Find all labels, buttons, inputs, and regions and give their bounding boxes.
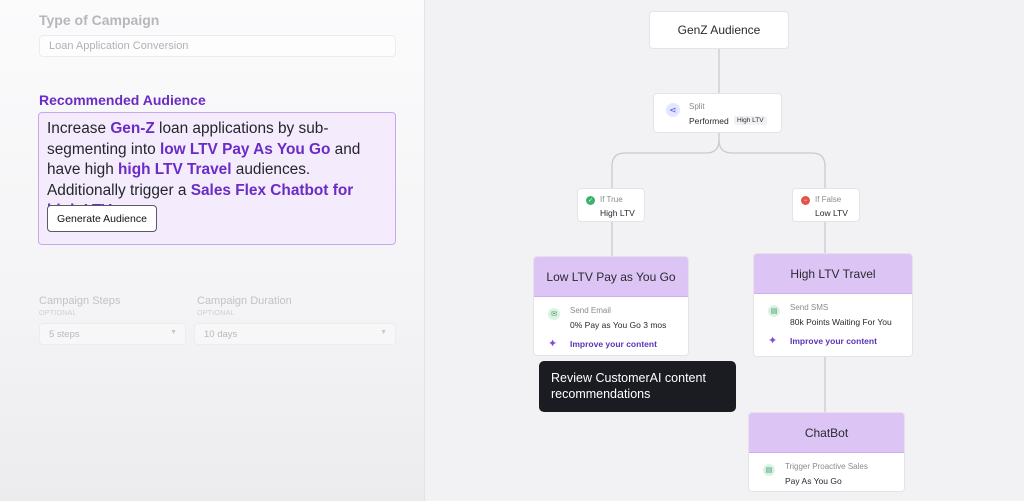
low-ltv-card[interactable]: Low LTV Pay as You Go ✉ Send Email 0% Pa… [533,256,689,356]
trigger-sales-value: Pay As You Go [785,476,842,486]
improve-content-link[interactable]: ✦ Improve your content [754,331,912,353]
sms-icon: ▤ [768,305,780,317]
trigger-sales-label: Trigger Proactive Sales [785,462,868,471]
improve-content-text: Improve your content [790,336,877,346]
high-ltv-card-title: High LTV Travel [754,254,912,294]
split-tag: High LTV [734,116,767,125]
send-email-value: 0% Pay as You Go 3 mos [570,320,667,330]
if-false-label: If False [815,195,842,204]
chat-icon: ▤ [763,464,775,476]
trigger-sales-action[interactable]: ▤ Trigger Proactive Sales Pay As You Go [749,456,904,490]
send-sms-value: 80k Points Waiting For You [790,317,892,327]
if-false-value: Low LTV [815,208,848,218]
split-icon: ⋖ [666,103,680,117]
sparkle-icon: ✦ [768,335,778,347]
improve-content-link[interactable]: ✦ Improve your content [534,334,688,354]
if-false-node[interactable]: − If False Low LTV [792,188,860,222]
minus-icon: − [801,196,810,205]
high-ltv-card[interactable]: High LTV Travel ▤ Send SMS 80k Points Wa… [753,253,913,357]
sparkle-icon: ✦ [548,338,558,350]
chatbot-card[interactable]: ChatBot ▤ Trigger Proactive Sales Pay As… [748,412,905,492]
if-true-value: High LTV [600,208,635,218]
send-sms-action[interactable]: ▤ Send SMS 80k Points Waiting For You [754,297,912,331]
split-label: Split [689,102,705,111]
send-sms-label: Send SMS [790,303,829,312]
email-icon: ✉ [548,308,560,320]
improve-content-text: Improve your content [570,339,657,349]
send-email-action[interactable]: ✉ Send Email 0% Pay as You Go 3 mos [534,300,688,334]
customerai-tooltip: Review CustomerAI content recommendation… [539,361,736,412]
check-icon: ✓ [586,196,595,205]
if-true-node[interactable]: ✓ If True High LTV [577,188,645,222]
chatbot-card-title: ChatBot [749,413,904,453]
send-email-label: Send Email [570,306,611,315]
if-true-label: If True [600,195,623,204]
low-ltv-card-title: Low LTV Pay as You Go [534,257,688,297]
split-value: Performed [689,116,729,126]
genz-audience-node[interactable]: GenZ Audience [649,11,789,49]
split-node[interactable]: ⋖ Split Performed High LTV [653,93,782,133]
